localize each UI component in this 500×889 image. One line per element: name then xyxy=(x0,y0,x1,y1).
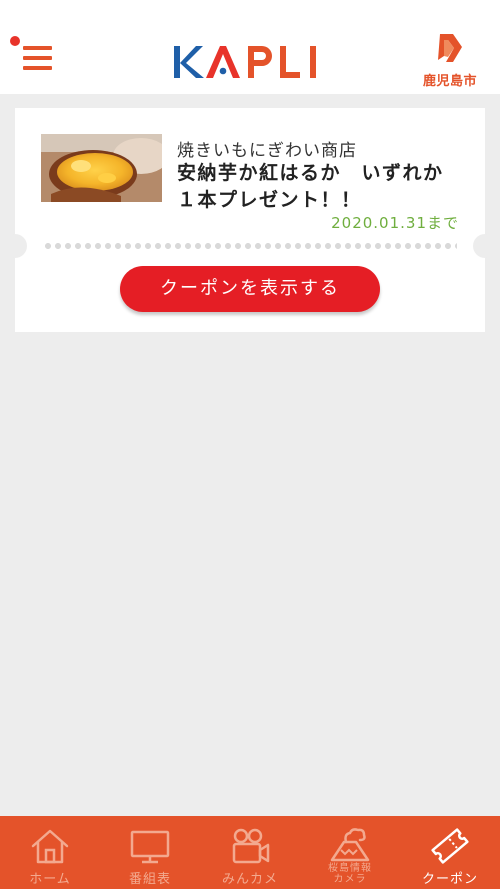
coupon-image xyxy=(41,134,162,202)
tv-icon xyxy=(130,830,170,864)
app-screen: 鹿児島市 焼きいもにぎわい商店 安納芋か紅はるか いずれか １本プレゼント！！ … xyxy=(0,0,500,889)
coupon-expiry: 2020.01.31まで xyxy=(331,214,459,232)
bottom-nav: ホーム 番組表 みんカメ 桜島情報 カメラ クーポン xyxy=(0,816,500,889)
home-icon xyxy=(31,829,69,864)
nav-item-sakurajima-camera[interactable]: 桜島情報 カメラ xyxy=(300,816,400,889)
ticket-notch-left xyxy=(3,234,27,258)
ticket-icon xyxy=(431,828,469,864)
hamburger-menu-icon xyxy=(23,46,52,50)
nav-label: ホーム xyxy=(29,872,71,887)
app-header: 鹿児島市 xyxy=(0,0,500,94)
nav-label-line: 桜島情報 カメラ xyxy=(328,863,372,885)
coupon-card[interactable]: 焼きいもにぎわい商店 安納芋か紅はるか いずれか １本プレゼント！！ 2020.… xyxy=(3,108,497,332)
notification-dot xyxy=(10,36,20,46)
nav-label: クーポン xyxy=(421,872,478,887)
nav-item-home[interactable]: ホーム xyxy=(0,816,100,889)
hamburger-menu-icon-bar xyxy=(23,66,52,70)
nav-label: 番組表 xyxy=(128,872,171,887)
ticket-notch-right xyxy=(473,234,497,258)
volcano-icon xyxy=(330,828,370,862)
kapli-logo-mark xyxy=(174,46,316,78)
hamburger-menu-icon-bar xyxy=(23,56,52,60)
shop-name: 焼きいもにぎわい商店 xyxy=(177,141,357,161)
nav-item-minkame[interactable]: みんカメ xyxy=(200,816,300,889)
city-name: 鹿児島市 xyxy=(422,74,477,89)
nav-label: みんカメ xyxy=(221,872,278,887)
video-camera-icon xyxy=(232,828,270,864)
perforation-divider xyxy=(43,242,457,250)
nav-label: 桜島情報 カメラ xyxy=(300,863,400,885)
menu-button[interactable] xyxy=(10,36,54,76)
city-logo[interactable]: 鹿児島市 xyxy=(420,30,480,90)
nav-item-tv-guide[interactable]: 番組表 xyxy=(100,816,200,889)
kagoshima-city-icon xyxy=(438,34,462,62)
roasted-sweet-potato-photo xyxy=(41,134,162,202)
kapli-logo[interactable] xyxy=(172,42,328,82)
show-coupon-button[interactable]: クーポンを表示する xyxy=(120,266,380,312)
coupon-title: 安納芋か紅はるか いずれか １本プレゼント！！ xyxy=(177,162,444,211)
nav-item-coupon[interactable]: クーポン xyxy=(400,816,500,889)
